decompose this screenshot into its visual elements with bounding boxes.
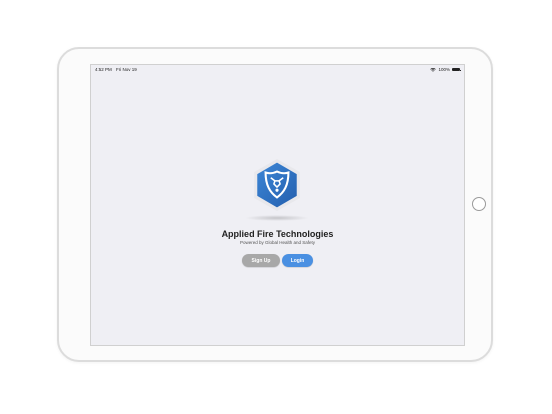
logo-shadow	[245, 215, 309, 221]
battery-icon	[452, 67, 461, 72]
wifi-icon	[430, 67, 437, 72]
home-button[interactable]	[472, 197, 486, 211]
battery-percent: 100%	[438, 67, 450, 72]
status-left: 4:52 PM Fri Nov 19	[95, 67, 140, 72]
status-date: Fri Nov 19	[116, 67, 137, 72]
app-title: Applied Fire Technologies	[221, 229, 334, 239]
status-right: 100%	[430, 67, 461, 72]
status-time: 4:52 PM	[95, 67, 112, 72]
status-bar: 4:52 PM Fri Nov 19 100%	[91, 65, 464, 74]
shield-hexagon-icon	[254, 159, 300, 211]
signup-button[interactable]: Sign Up	[242, 254, 280, 267]
app-subtitle: Powered by Global Health and Safety	[239, 240, 316, 245]
app-screen: 4:52 PM Fri Nov 19 100% Applied Fire Tec…	[90, 64, 465, 346]
login-button[interactable]: Login	[282, 254, 313, 267]
